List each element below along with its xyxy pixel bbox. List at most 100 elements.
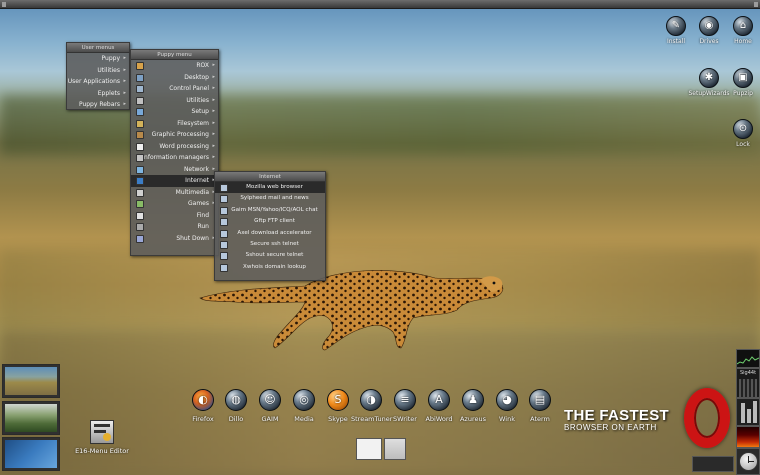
puppy-menu-item-label: Shut Down xyxy=(176,234,209,242)
submenu-arrow-icon: ▸ xyxy=(212,131,215,137)
internet-menu-item[interactable]: Xwhois domain lookup xyxy=(215,262,325,273)
e16-menu-editor-shortcut[interactable]: E16-Menu Editor xyxy=(74,420,130,455)
internet-menu-item-label: Gftp FTP client xyxy=(254,218,295,225)
desktop-pager-2[interactable] xyxy=(2,401,60,435)
menu-editor-icon xyxy=(90,420,114,444)
internet-menu-item[interactable]: Gftp FTP client xyxy=(215,216,325,227)
submenu-arrow-icon: ▸ xyxy=(212,142,215,149)
puppy-menu-item-label: Graphic Processing xyxy=(151,131,209,138)
cpu-graph-widget xyxy=(736,349,760,368)
azureus-icon: ♟ xyxy=(462,389,484,411)
user-menu-item[interactable]: Epplets ▸ xyxy=(67,88,129,100)
desktop-icon-label: Lock xyxy=(736,141,750,148)
puppy-menu-item[interactable]: Filesystem ▸ xyxy=(131,118,218,130)
wizard-icon: ✱ xyxy=(699,68,719,88)
internet-menu-item-label: Secure ssh telnet xyxy=(250,240,299,247)
pager-preview xyxy=(5,440,57,468)
panel-grip[interactable] xyxy=(2,2,6,7)
menu-item-icon xyxy=(220,195,228,204)
desktop-pager-1[interactable] xyxy=(2,364,60,398)
puppy-menu-item[interactable]: ROX ▸ xyxy=(131,60,218,72)
puppy-menu-item[interactable]: Setup ▸ xyxy=(131,106,218,118)
puppy-menu-item[interactable]: Utilities ▸ xyxy=(131,95,218,107)
puppy-menu-item-label: Find xyxy=(196,211,209,219)
menu-item-icon xyxy=(220,206,228,215)
puppy-menu-item-label: Desktop xyxy=(184,73,209,81)
menu-item-icon xyxy=(136,154,144,162)
signal-widget: Sig44t xyxy=(736,368,760,398)
puppy-menu-item[interactable]: Multimedia▸ xyxy=(131,187,218,199)
user-menu-item[interactable]: Puppy ▸ xyxy=(67,53,129,65)
top-panel[interactable] xyxy=(0,0,760,9)
cpu-graph xyxy=(736,356,760,365)
puppy-menu-item[interactable]: Games▸ xyxy=(131,198,218,210)
icon-glyph: ♟ xyxy=(468,393,478,406)
panel-grip[interactable] xyxy=(754,2,758,7)
menu-item-icon xyxy=(136,131,144,139)
puppy-menu-item-label: Run xyxy=(197,223,209,230)
icon-glyph: ◑ xyxy=(366,393,376,406)
submenu-arrow-icon: ▸ xyxy=(123,101,126,107)
internet-menu-item[interactable]: Mozilla web browser xyxy=(215,182,325,194)
bars-widget xyxy=(736,398,760,426)
internet-menu-item[interactable]: Sshout secure telnet xyxy=(215,250,325,261)
menu-title: Puppy menu xyxy=(131,50,218,60)
desktop-icon-lock[interactable]: ⊙ Lock xyxy=(720,119,760,148)
puppy-menu-item[interactable]: Network ▸ xyxy=(131,164,218,176)
task-preview-1[interactable] xyxy=(356,438,382,460)
internet-menu-item[interactable]: Gaim MSN/Yahoo/ICQ/AOL chat xyxy=(215,205,325,216)
drives-icon: ◉ xyxy=(699,16,719,36)
submenu-arrow-icon: ▸ xyxy=(123,66,126,73)
puppy-menu-item[interactable]: Word processing ▸ xyxy=(131,141,218,153)
puppy-menu-item-label: Filesystem xyxy=(177,119,209,127)
icon-glyph: S xyxy=(334,393,342,406)
dock-item-aterm[interactable]: ▤ Aterm xyxy=(520,389,560,423)
menu-item-icon xyxy=(220,240,228,249)
icon-glyph: ≡ xyxy=(400,393,410,406)
menu-item-icon xyxy=(136,119,144,128)
icon-glyph: ◐ xyxy=(198,393,208,406)
desktop-icon-pupzip[interactable]: ▣ Pupzip xyxy=(720,68,760,97)
user-menu-item[interactable]: User Applications ▸ xyxy=(67,76,129,88)
user-menu-item[interactable]: Puppy Rebars ▸ xyxy=(67,99,129,111)
internet-menu-item[interactable]: Sylpheed mail and news xyxy=(215,193,325,204)
puppy-menu-item[interactable]: Information managers ▸ xyxy=(131,152,218,164)
skype-icon: S xyxy=(327,389,349,411)
menu-item-icon xyxy=(220,252,228,261)
menu-title: User menus xyxy=(67,43,129,53)
submenu-arrow-icon: ▸ xyxy=(212,119,215,126)
internet-menu-item[interactable]: Secure ssh telnet xyxy=(215,239,325,250)
puppy-menu-item[interactable]: Control Panel ▸ xyxy=(131,83,218,95)
menu-item-icon xyxy=(220,229,228,238)
opera-logo xyxy=(684,388,730,448)
menu-title: Internet xyxy=(215,172,325,182)
menu-item-icon xyxy=(136,200,144,208)
puppy-menu-item-label: Control Panel xyxy=(169,85,209,92)
puppy-menu-item[interactable]: Desktop ▸ xyxy=(131,72,218,84)
opera-ad-line1: THE FASTEST xyxy=(564,407,669,424)
menu-item-icon xyxy=(136,142,144,151)
aterm-icon: ▤ xyxy=(529,389,551,411)
puppy-menu-item-label: Internet xyxy=(185,177,209,184)
internet-menu-item[interactable]: Axel download accelerator xyxy=(215,228,325,239)
internet-menu-item-label: Axel download accelerator xyxy=(237,229,312,236)
submenu-arrow-icon: ▸ xyxy=(123,55,126,61)
menu-item-icon xyxy=(136,96,144,105)
submenu-arrow-icon: ▸ xyxy=(212,154,215,160)
desktop-icon-home[interactable]: ⌂ Home xyxy=(720,16,760,45)
puppy-menu-item[interactable]: Graphic Processing ▸ xyxy=(131,129,218,141)
user-menu-item[interactable]: Utilities ▸ xyxy=(67,65,129,77)
icon-glyph: ◕ xyxy=(502,393,512,406)
menu-item-icon xyxy=(136,177,144,185)
task-preview-2[interactable] xyxy=(384,438,406,460)
puppy-menu-item[interactable]: Internet▸ xyxy=(131,175,218,187)
desktop-pager-3[interactable] xyxy=(2,437,60,471)
puppy-menu-item[interactable]: Shut Down▸ xyxy=(131,233,218,245)
menu-item-icon xyxy=(136,234,144,243)
puppy-menu-item[interactable]: Run xyxy=(131,221,218,233)
puppy-menu-item-label: Information managers xyxy=(142,154,209,161)
icon-glyph: ▣ xyxy=(738,72,748,83)
submenu-arrow-icon: ▸ xyxy=(212,62,215,68)
puppy-menu-item[interactable]: Find xyxy=(131,210,218,222)
home-icon: ⌂ xyxy=(733,16,753,36)
